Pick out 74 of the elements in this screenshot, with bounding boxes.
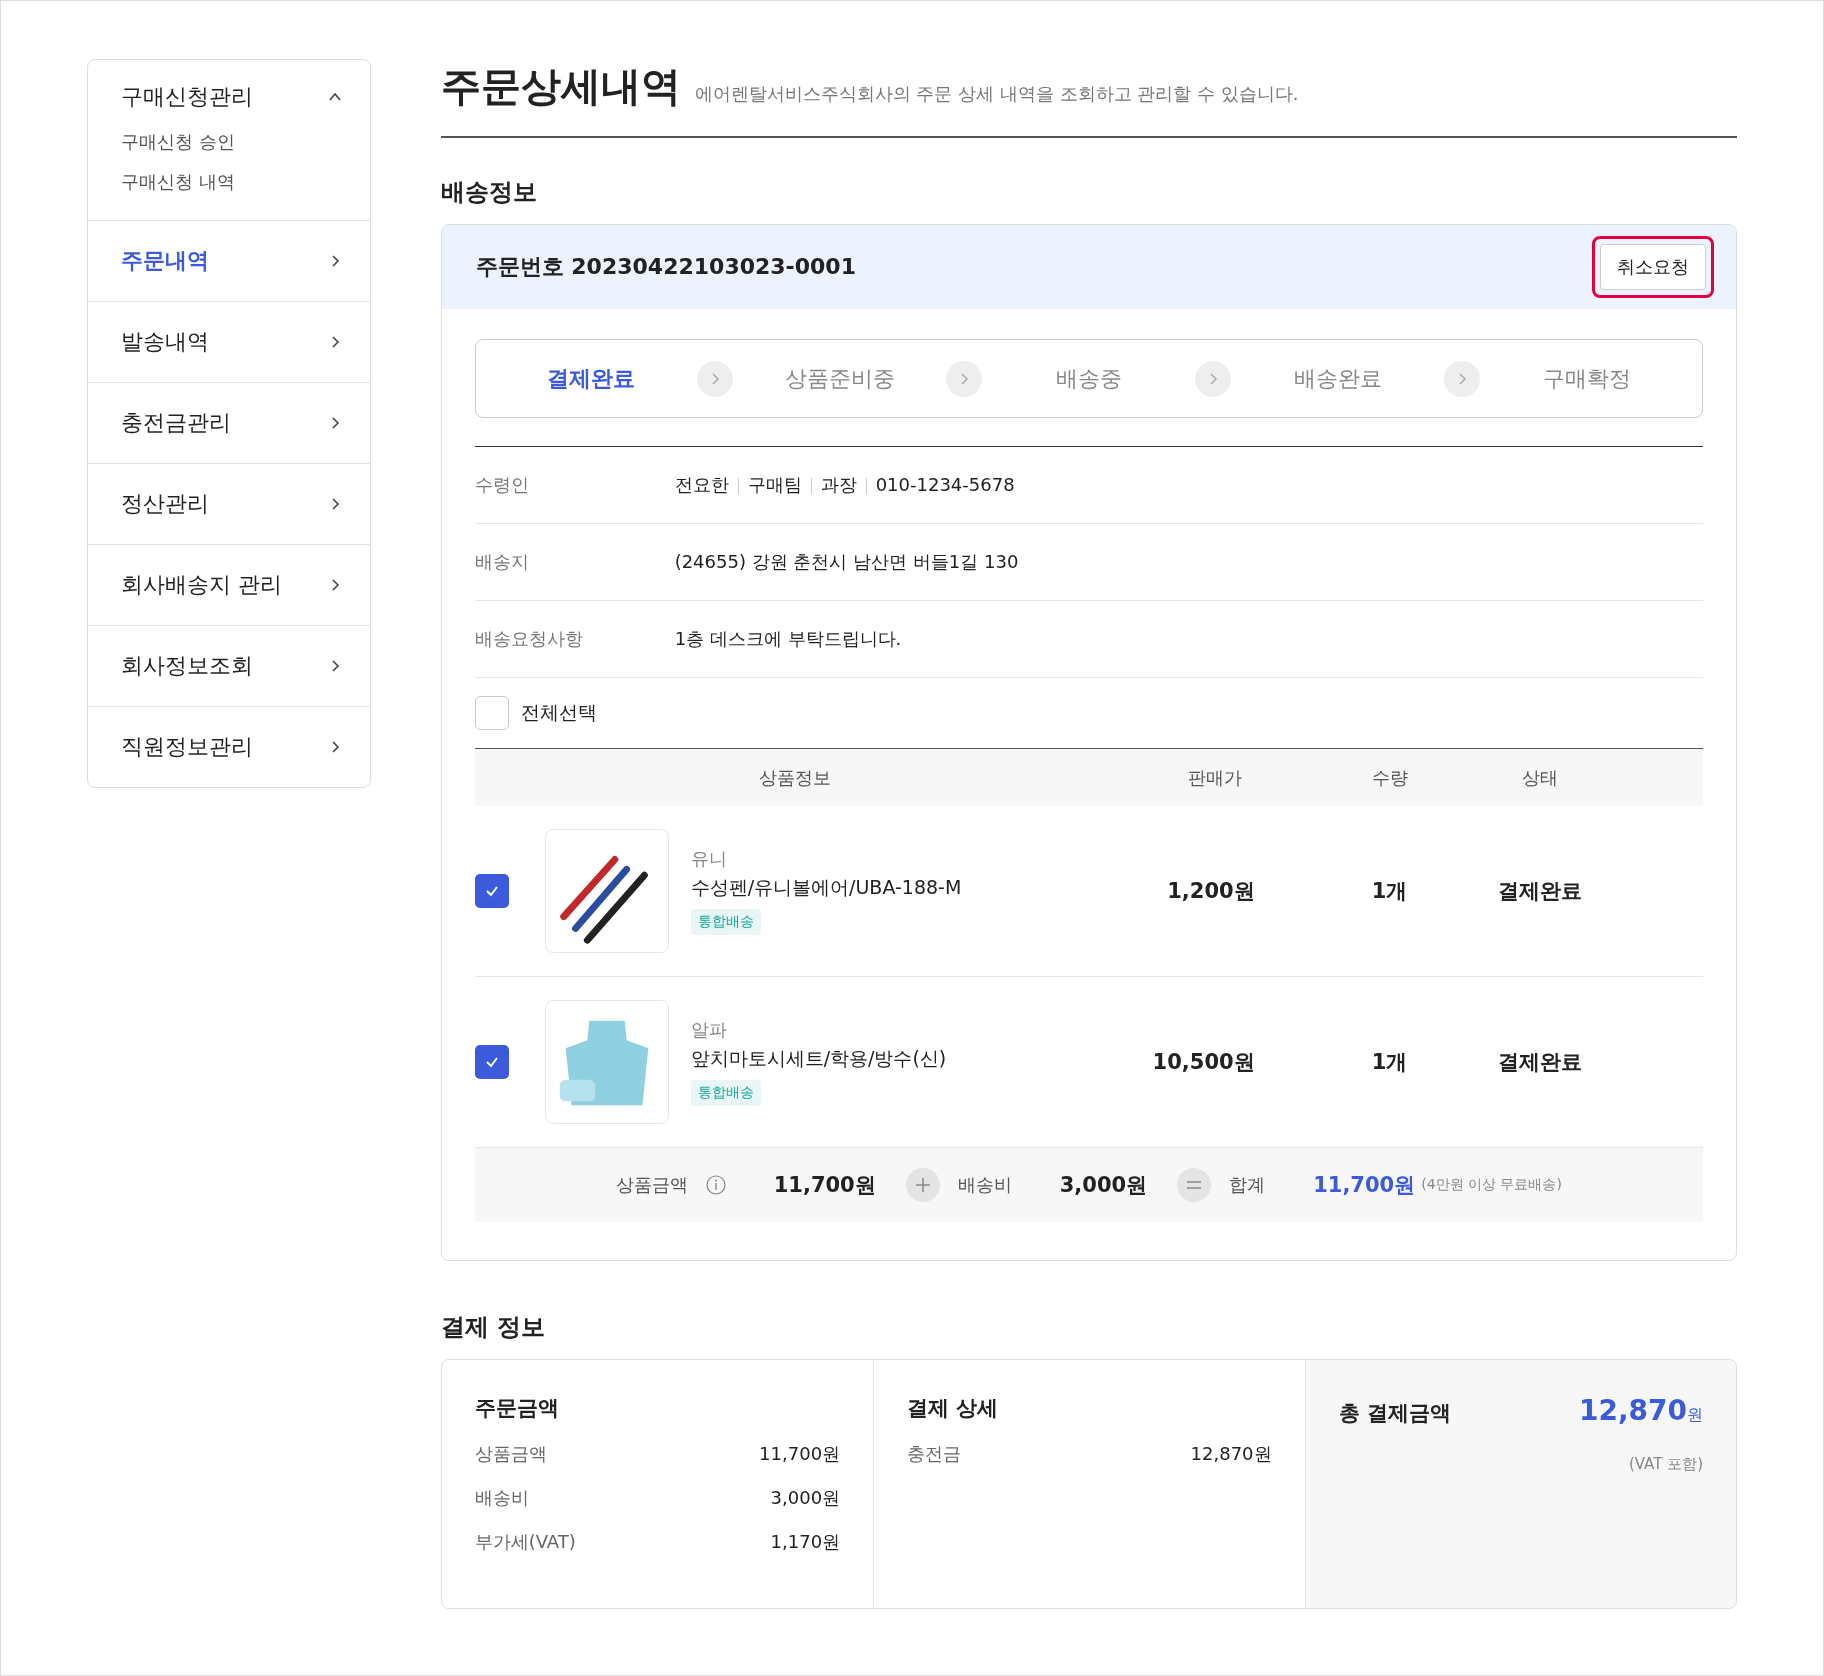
- info-label: 배송요청사항: [474, 627, 584, 651]
- payment-label: 부가세(VAT): [474, 1530, 576, 1554]
- sidebar-subitem[interactable]: 구매신청 승인: [121, 130, 342, 154]
- plus-icon: [905, 1168, 940, 1202]
- info-value: 1층 데스크에 부탁드립니다.: [674, 627, 902, 651]
- payment-column-title: 결제 상세: [907, 1395, 1000, 1422]
- payment-column-title: 총 결제금액: [1338, 1400, 1451, 1427]
- column-header: 판매가: [1186, 765, 1243, 790]
- item-checkbox[interactable]: [474, 874, 509, 908]
- cancel-request-button[interactable]: 취소요청: [1592, 236, 1714, 298]
- sidebar-item[interactable]: 직원정보관리: [121, 707, 342, 787]
- shipping-note: (4만원 이상 무료배송): [1421, 1176, 1562, 1194]
- summary-label: 배송비: [957, 1173, 1012, 1197]
- column-header: 상태: [1520, 765, 1559, 790]
- info-label: 배송지: [474, 550, 530, 574]
- payment-value: 1,170원: [770, 1530, 841, 1554]
- chevron-right-icon: [1444, 360, 1481, 397]
- select-all-checkbox[interactable]: [474, 696, 509, 730]
- chevron-right-icon: [1195, 360, 1232, 397]
- progress-step: 구매확정: [1511, 363, 1662, 394]
- sidebar-subitem[interactable]: 구매신청 내역: [121, 170, 342, 194]
- page-title: 주문상세내역: [440, 62, 681, 111]
- progress-step: 배송중: [1013, 363, 1164, 394]
- info-icon[interactable]: [705, 1175, 726, 1195]
- product-price: 1,200원: [1166, 878, 1256, 905]
- item-checkbox[interactable]: [474, 1045, 509, 1079]
- summary-amount: 11,700원: [773, 1172, 876, 1199]
- info-label: 수령인: [474, 473, 530, 497]
- select-all-label: 전체선택: [520, 700, 597, 725]
- product-name[interactable]: 수성펜/유니볼에어/UBA-188-M: [690, 875, 962, 901]
- sidebar-item[interactable]: 주문내역: [121, 221, 342, 301]
- sidebar-item[interactable]: 발송내역: [121, 302, 342, 382]
- delivery-tag: 통합배송: [690, 909, 761, 935]
- product-status: 결제완료: [1496, 1049, 1583, 1076]
- progress-step: 상품준비중: [764, 363, 915, 394]
- column-header: 수량: [1370, 765, 1409, 790]
- summary-total: 11,700원: [1313, 1172, 1416, 1199]
- payment-column-title: 주문금액: [474, 1395, 560, 1422]
- total-amount: 12,870원: [1578, 1394, 1703, 1427]
- delivery-tag: 통합배송: [690, 1080, 761, 1106]
- sidebar-item[interactable]: 정산관리: [121, 464, 342, 544]
- vat-note: (VAT 포함): [1627, 1455, 1703, 1474]
- summary-label: 합계: [1229, 1173, 1266, 1197]
- equals-icon: [1177, 1168, 1212, 1202]
- payment-label: 상품금액: [474, 1442, 547, 1466]
- product-quantity: 1개: [1370, 878, 1409, 905]
- chevron-right-icon: [697, 360, 734, 397]
- progress-step: 결제완료: [515, 363, 666, 394]
- order-number: 주문번호 20230422103023-0001: [475, 253, 856, 281]
- payment-label: 충전금: [907, 1442, 962, 1466]
- payment-value: 11,700원: [759, 1442, 841, 1466]
- column-header: 상품정보: [757, 765, 832, 790]
- sidebar-item[interactable]: 충전금관리: [121, 383, 342, 463]
- info-value: (24655) 강원 춘천시 남산면 버들1길 130: [674, 550, 1019, 574]
- product-status: 결제완료: [1496, 878, 1583, 905]
- page-subtitle: 에어렌탈서비스주식회사의 주문 상세 내역을 조회하고 관리할 수 있습니다.: [694, 82, 1299, 106]
- product-quantity: 1개: [1370, 1049, 1409, 1076]
- summary-amount: 3,000원: [1059, 1172, 1148, 1199]
- product-price: 10,500원: [1151, 1049, 1256, 1076]
- section-heading: 배송정보: [440, 177, 538, 208]
- progress-step: 배송완료: [1262, 363, 1413, 394]
- product-brand: 유니: [690, 847, 728, 871]
- product-name[interactable]: 앞치마토시세트/학용/방수(신): [690, 1046, 947, 1072]
- sidebar-item[interactable]: 구매신청관리: [121, 82, 342, 112]
- summary-label: 상품금액: [615, 1173, 688, 1197]
- payment-label: 배송비: [474, 1486, 529, 1510]
- chevron-right-icon: [946, 360, 983, 397]
- sidebar-item[interactable]: 회사배송지 관리: [121, 545, 342, 625]
- info-value: 전요한 구매팀 과장 010-1234-5678: [674, 473, 1015, 497]
- payment-value: 3,000원: [770, 1486, 841, 1510]
- sidebar-item[interactable]: 회사정보조회: [121, 626, 342, 706]
- product-brand: 알파: [690, 1018, 728, 1042]
- section-heading: 결제 정보: [440, 1312, 546, 1343]
- payment-value: 12,870원: [1190, 1442, 1272, 1466]
